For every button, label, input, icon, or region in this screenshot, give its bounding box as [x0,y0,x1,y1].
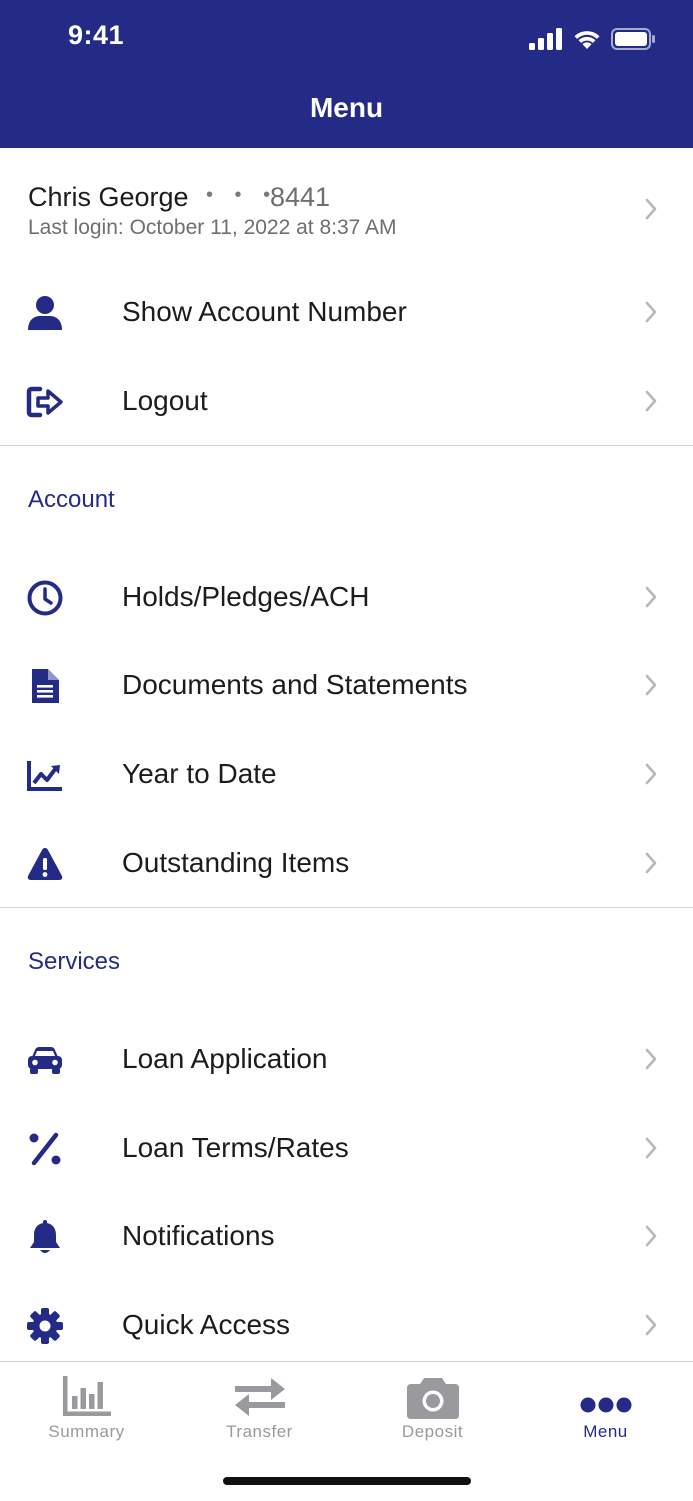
chart-line-icon [27,761,62,791]
menu-item-quick-access[interactable]: Quick Access [0,1281,693,1369]
status-icons [529,26,657,52]
menu-item-label: Outstanding Items [122,847,350,878]
menu-item-label: Loan Terms/Rates [122,1132,349,1163]
menu-item-year-to-date[interactable]: Year to Date [0,730,693,818]
user-name: Chris George [28,182,189,212]
page-title: Menu [309,92,384,123]
tab-deposit[interactable]: Deposit [346,1362,519,1462]
chevron-right-icon [645,586,657,608]
chevron-right-icon [645,301,657,323]
clock-icon [27,580,63,616]
menu-item-label: Show Account Number [122,296,407,327]
wifi-icon [574,31,600,49]
menu-item-holds-pledges-ach[interactable]: Holds/Pledges/ACH [0,553,693,641]
tab-summary[interactable]: Summary [0,1362,173,1462]
menu-item-label: Year to Date [122,758,277,789]
menu-item-label: Loan Application [122,1043,328,1074]
menu-item-outstanding-items[interactable]: Outstanding Items [0,819,693,907]
section-title-account: Account [28,486,115,513]
gear-icon [27,1308,63,1344]
more-icon [580,1397,631,1413]
percent-icon [29,1132,61,1166]
status-time: 9:41 [68,20,125,50]
section-title-services: Services [28,948,121,975]
tab-menu[interactable]: Menu [519,1362,692,1462]
masked-dots: • • • [206,184,279,206]
chevron-right-icon [645,1137,657,1159]
menu-item-loan-application[interactable]: Loan Application [0,1015,693,1103]
car-icon [28,1047,62,1074]
menu-item-label: Quick Access [122,1309,291,1340]
section-divider [0,445,693,446]
menu-item-label: Documents and Statements [122,669,468,700]
cellular-signal-icon [529,28,562,50]
tab-label: Transfer [226,1422,293,1441]
account-suffix: 8441 [270,182,331,212]
last-login-text: Last login: October 11, 2022 at 8:37 AM [28,216,397,239]
chevron-right-icon [645,390,657,412]
chevron-right-icon [645,763,657,785]
logout-icon [26,386,63,418]
chevron-right-icon [645,198,657,220]
menu-item-documents-statements[interactable]: Documents and Statements [0,641,693,729]
tab-label: Summary [48,1422,125,1441]
chevron-right-icon [645,674,657,696]
menu-item-notifications[interactable]: Notifications [0,1192,693,1280]
chevron-right-icon [645,1225,657,1247]
bar-chart-icon [62,1376,111,1416]
chevron-right-icon [645,852,657,874]
document-icon [32,669,59,703]
chevron-right-icon [645,1314,657,1336]
home-indicator [223,1477,471,1485]
menu-item-show-account-number[interactable]: Show Account Number [0,268,693,356]
menu-item-label: Logout [122,385,208,416]
camera-icon [406,1378,459,1419]
user-icon [28,296,62,330]
tab-label: Deposit [401,1422,464,1441]
tab-transfer[interactable]: Transfer [173,1362,346,1462]
menu-item-logout[interactable]: Logout [0,357,693,445]
menu-item-loan-terms-rates[interactable]: Loan Terms/Rates [0,1104,693,1192]
transfer-icon [234,1378,285,1416]
tab-label: Menu [583,1422,628,1441]
chevron-right-icon [645,1048,657,1070]
warning-icon [27,848,63,880]
app-header: 9:41 Menu [0,0,693,148]
bell-icon [30,1220,60,1253]
section-divider [0,907,693,908]
battery-icon [611,28,655,50]
menu-item-label: Notifications [122,1220,275,1251]
menu-item-label: Holds/Pledges/ACH [122,581,370,612]
